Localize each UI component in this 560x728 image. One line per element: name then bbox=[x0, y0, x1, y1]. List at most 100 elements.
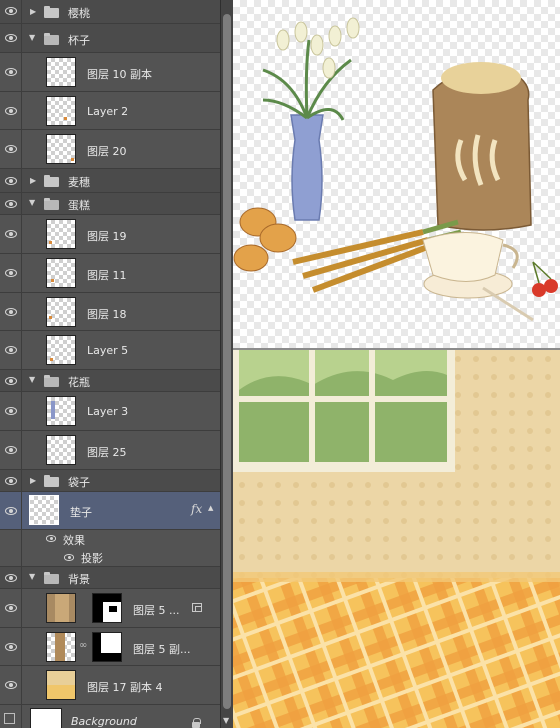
layer-row[interactable]: 图层 17 副本 4 bbox=[0, 666, 220, 705]
layer-mask-thumbnail[interactable] bbox=[92, 632, 122, 662]
effect-item-row[interactable]: 投影 bbox=[0, 548, 220, 567]
layer-thumbnail bbox=[46, 258, 76, 288]
fx-icon[interactable]: fx bbox=[191, 502, 202, 516]
eye-icon[interactable] bbox=[5, 681, 17, 689]
layer-group-row[interactable]: ▶ 樱桃 bbox=[0, 0, 220, 24]
layer-row[interactable]: 图层 11 bbox=[0, 254, 220, 293]
expand-arrow-icon[interactable]: ▶ bbox=[30, 176, 36, 185]
scroll-down-arrow-icon[interactable]: ▼ bbox=[223, 716, 229, 725]
layer-group-row[interactable]: ▼ 背景 bbox=[0, 567, 220, 589]
layer-name: Layer 3 bbox=[87, 405, 129, 418]
layer-thumbnail bbox=[46, 96, 76, 126]
expand-arrow-icon[interactable]: ▶ bbox=[30, 7, 36, 16]
layer-name: Layer 2 bbox=[87, 105, 129, 118]
collapse-arrow-icon[interactable]: ▼ bbox=[29, 198, 35, 207]
folder-open-icon bbox=[44, 375, 59, 387]
layer-thumbnail bbox=[46, 219, 76, 249]
transparent-canvas-area bbox=[233, 0, 560, 348]
visibility-checkbox[interactable] bbox=[4, 713, 15, 724]
layer-name: 图层 11 bbox=[87, 269, 127, 282]
eye-icon[interactable] bbox=[5, 230, 17, 238]
layer-name: 背景 bbox=[68, 573, 90, 586]
eye-icon[interactable] bbox=[5, 446, 17, 454]
document-canvas[interactable] bbox=[233, 0, 560, 728]
collapse-arrow-icon[interactable]: ▼ bbox=[29, 33, 35, 42]
eye-icon[interactable] bbox=[46, 535, 56, 542]
layer-name: 图层 5 副... bbox=[133, 643, 191, 656]
eye-icon[interactable] bbox=[64, 554, 74, 561]
eye-icon[interactable] bbox=[5, 107, 17, 115]
eye-icon[interactable] bbox=[5, 200, 17, 208]
layer-group-row[interactable]: ▶ 麦穗 bbox=[0, 169, 220, 193]
layer-mask-thumbnail[interactable] bbox=[92, 593, 122, 623]
eye-icon[interactable] bbox=[5, 346, 17, 354]
layer-row-selected[interactable]: 垫子 fx ▲ bbox=[0, 492, 220, 530]
layer-thumbnail bbox=[46, 435, 76, 465]
layer-name: Background bbox=[71, 715, 137, 728]
layer-name: 图层 5 ... bbox=[133, 604, 180, 617]
eye-icon[interactable] bbox=[5, 574, 17, 582]
layer-group-row[interactable]: ▼ 花瓶 bbox=[0, 370, 220, 392]
effects-row[interactable]: 效果 bbox=[0, 530, 220, 548]
layer-row[interactable]: Background bbox=[0, 705, 220, 728]
layer-thumbnail bbox=[30, 708, 62, 728]
layer-row[interactable]: Layer 2 bbox=[0, 92, 220, 130]
layer-row[interactable]: 图层 5 ... bbox=[0, 589, 220, 628]
layer-thumbnail bbox=[46, 57, 76, 87]
layer-name: 蛋糕 bbox=[68, 199, 90, 212]
layer-row[interactable]: 图层 18 bbox=[0, 293, 220, 331]
eye-icon[interactable] bbox=[5, 477, 17, 485]
layer-name: 花瓶 bbox=[68, 376, 90, 389]
layer-row[interactable]: 图层 19 bbox=[0, 215, 220, 254]
eye-icon[interactable] bbox=[5, 68, 17, 76]
link-icon[interactable]: ∞ bbox=[79, 640, 87, 651]
layer-group-row[interactable]: ▼ 蛋糕 bbox=[0, 193, 220, 215]
layer-thumbnail bbox=[46, 632, 76, 662]
eye-icon[interactable] bbox=[5, 7, 17, 15]
eye-icon[interactable] bbox=[5, 407, 17, 415]
layer-name: 图层 10 副本 bbox=[87, 68, 152, 81]
layer-row[interactable]: 图层 20 bbox=[0, 130, 220, 169]
layer-thumbnail bbox=[46, 335, 76, 365]
eye-icon[interactable] bbox=[5, 377, 17, 385]
eye-icon[interactable] bbox=[5, 145, 17, 153]
effects-label: 效果 bbox=[63, 534, 85, 547]
eye-icon[interactable] bbox=[5, 34, 17, 42]
layer-thumbnail bbox=[46, 593, 76, 623]
layer-row[interactable]: Layer 3 bbox=[0, 392, 220, 431]
layer-group-row[interactable]: ▼ 杯子 bbox=[0, 24, 220, 53]
expand-arrow-icon[interactable]: ▶ bbox=[30, 476, 36, 485]
layer-name: 图层 20 bbox=[87, 145, 127, 158]
smart-object-icon bbox=[192, 603, 202, 612]
collapse-arrow-icon[interactable]: ▼ bbox=[29, 375, 35, 384]
layer-name: 垫子 bbox=[70, 506, 92, 519]
folder-icon bbox=[44, 475, 59, 487]
eye-icon[interactable] bbox=[5, 269, 17, 277]
folder-open-icon bbox=[44, 572, 59, 584]
collapse-arrow-icon[interactable]: ▼ bbox=[29, 572, 35, 581]
layer-name: Layer 5 bbox=[87, 344, 129, 357]
eye-icon[interactable] bbox=[5, 507, 17, 515]
lock-icon bbox=[192, 718, 201, 728]
layers-scrollbar[interactable]: ▼ bbox=[220, 0, 233, 728]
layer-row[interactable]: Layer 5 bbox=[0, 331, 220, 370]
scrollbar-thumb[interactable] bbox=[223, 14, 231, 709]
expand-effects-arrow-icon[interactable]: ▲ bbox=[208, 504, 213, 512]
eye-icon[interactable] bbox=[5, 177, 17, 185]
layer-name: 袋子 bbox=[68, 476, 90, 489]
layer-row[interactable]: 图层 10 副本 bbox=[0, 53, 220, 92]
folder-open-icon bbox=[44, 33, 59, 45]
folder-icon bbox=[44, 175, 59, 187]
still-life-artwork bbox=[233, 17, 558, 322]
room-background-artwork bbox=[233, 350, 560, 728]
room-scene-art bbox=[233, 350, 560, 728]
layers-panel: ▶ 樱桃 ▼ 杯子 图层 10 副本 Layer 2 图层 20 ▶ 麦穗 ▼ bbox=[0, 0, 220, 728]
layer-row[interactable]: 图层 25 bbox=[0, 431, 220, 470]
eye-icon[interactable] bbox=[5, 308, 17, 316]
eye-icon[interactable] bbox=[5, 604, 17, 612]
layer-group-row[interactable]: ▶ 袋子 bbox=[0, 470, 220, 492]
effect-name: 投影 bbox=[81, 552, 103, 565]
eye-icon[interactable] bbox=[5, 643, 17, 651]
layer-name: 图层 25 bbox=[87, 446, 127, 459]
layer-row[interactable]: ∞ 图层 5 副... bbox=[0, 628, 220, 666]
